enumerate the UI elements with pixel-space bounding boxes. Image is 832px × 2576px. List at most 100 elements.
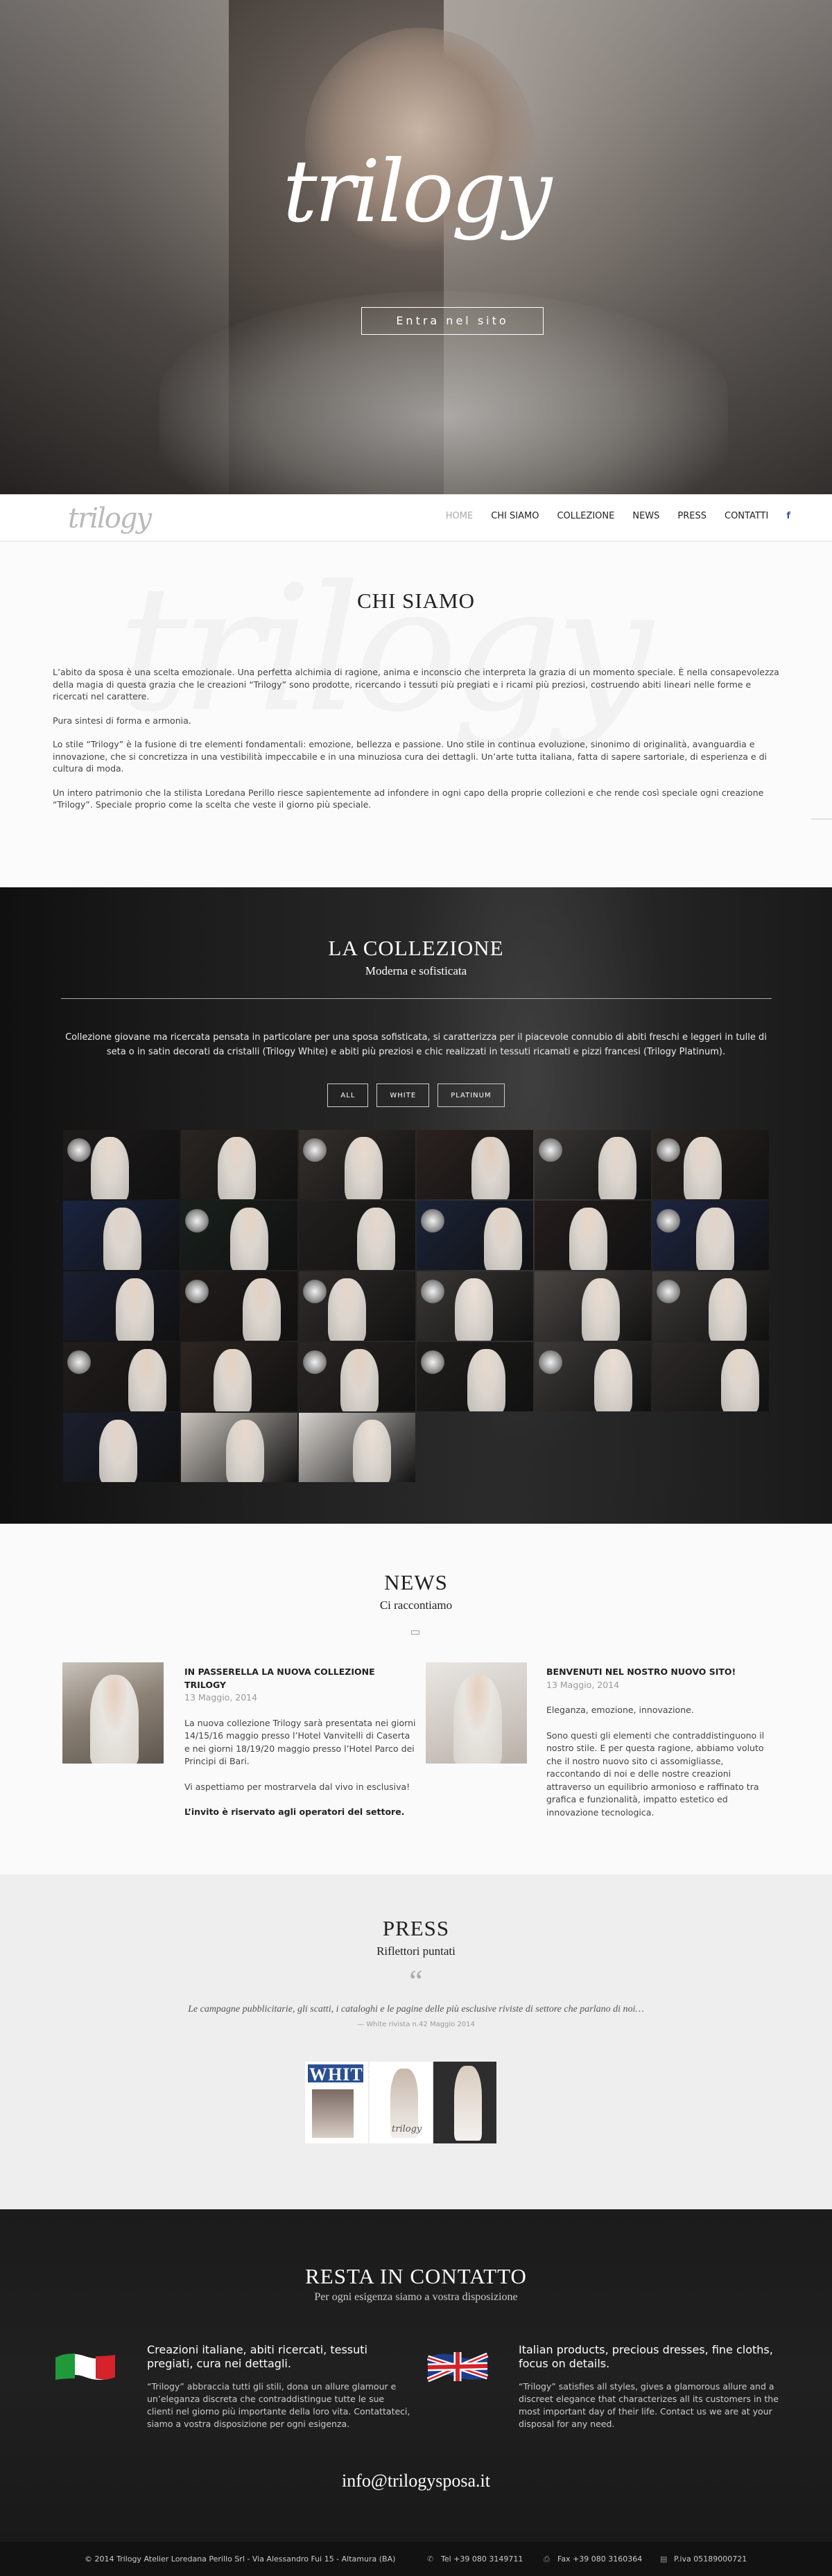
gallery-thumbnail[interactable]: [299, 1271, 415, 1341]
gallery-thumbnail[interactable]: [181, 1342, 297, 1411]
gallery-thumbnail[interactable]: [652, 1201, 769, 1270]
gallery-thumbnail[interactable]: [535, 1201, 651, 1270]
navbar: trilogy HOME CHI SIAMO COLLEZIONE NEWS P…: [0, 494, 832, 541]
enter-site-button[interactable]: Entra nel sito: [361, 307, 544, 335]
divider: [61, 998, 772, 999]
gallery-thumbnail[interactable]: [299, 1342, 415, 1411]
studio-light: [185, 1280, 209, 1303]
gallery-thumbnail[interactable]: [299, 1413, 415, 1482]
studio-light: [303, 1350, 327, 1374]
gallery-thumbnail[interactable]: [417, 1201, 533, 1270]
bride-figure: [116, 1278, 154, 1341]
bride-figure: [357, 1208, 395, 1270]
gallery-thumbnail[interactable]: [63, 1413, 180, 1482]
studio-light: [421, 1350, 444, 1374]
contact-heading: Italian products, precious dresses, fine…: [519, 2343, 773, 2370]
paragraph: La nuova collezione Trilogy sarà present…: [184, 1717, 416, 1767]
gallery-thumbnail[interactable]: [417, 1271, 533, 1341]
studio-light: [67, 1350, 91, 1374]
hero-logo: trilogy: [282, 142, 553, 242]
bride-figure: [696, 1208, 734, 1270]
paragraph: Sono questi gli elementi che contraddist…: [546, 1730, 765, 1818]
collezione-section: LA COLLEZIONE Moderna e sofisticata Coll…: [0, 887, 832, 1524]
bride-figure: [214, 1349, 252, 1411]
contact-body: “Trilogy” satisfies all styles, gives a …: [519, 2381, 779, 2429]
fax-icon: ⎙: [544, 2555, 550, 2564]
gallery-thumbnail[interactable]: [417, 1342, 533, 1411]
bride-figure: [353, 1420, 391, 1482]
contatto-section: RESTA IN CONTATTO Per ogni esigenza siam…: [0, 2209, 832, 2542]
news-title[interactable]: IN PASSERELLA LA NUOVA COLLEZIONE TRILOG…: [184, 1666, 416, 1691]
bride-figure: [598, 1137, 636, 1199]
gallery-thumbnail[interactable]: [181, 1201, 297, 1270]
news-thumbnail[interactable]: [62, 1662, 164, 1764]
studio-light: [303, 1138, 327, 1162]
studio-light: [303, 1280, 327, 1303]
contact-italian: Creazioni italiane, abiti ricercati, tes…: [147, 2343, 410, 2430]
italy-flag-icon: [55, 2353, 115, 2380]
page: trilogy Entra nel sito trilogy HOME CHI …: [0, 0, 832, 2576]
gallery-thumbnail[interactable]: [652, 1271, 769, 1341]
gallery-thumbnail[interactable]: [417, 1130, 533, 1199]
bride-figure: [226, 1420, 264, 1482]
gallery-thumbnail[interactable]: [299, 1130, 415, 1199]
news-title[interactable]: BENVENUTI NEL NOSTRO NUOVO SITO!: [546, 1666, 778, 1679]
gallery-thumbnail[interactable]: [535, 1130, 651, 1199]
footer: © 2014 Trilogy Atelier Loredana Perillo …: [0, 2542, 832, 2576]
section-title-press: PRESS: [382, 1916, 450, 1940]
gallery-thumbnail[interactable]: [63, 1130, 180, 1199]
gallery-thumbnail[interactable]: [652, 1130, 769, 1199]
bride-figure: [328, 1278, 366, 1341]
studio-light: [421, 1209, 444, 1233]
nav-item-home[interactable]: HOME: [446, 511, 473, 521]
facebook-icon[interactable]: f: [786, 511, 790, 521]
nav-item-press[interactable]: PRESS: [677, 511, 707, 521]
bride-figure: [582, 1278, 620, 1341]
bride-figure: [91, 1137, 129, 1199]
gallery-thumbnail[interactable]: [181, 1413, 297, 1482]
section-subtitle: Moderna e sofisticata: [365, 964, 467, 977]
gallery-thumbnail[interactable]: [181, 1130, 297, 1199]
gallery-thumbnail[interactable]: [181, 1271, 297, 1341]
bride-figure: [721, 1349, 759, 1411]
filter-all-button[interactable]: ALL: [327, 1084, 369, 1107]
footer-vat: P.iva 05189000721: [674, 2555, 747, 2564]
studio-light: [185, 1209, 209, 1233]
bride-figure: [484, 1208, 522, 1270]
studio-light: [67, 1138, 91, 1162]
bride-figure: [455, 1278, 493, 1341]
gallery-thumbnail[interactable]: [63, 1201, 180, 1270]
hero-section: trilogy Entra nel sito: [0, 0, 832, 494]
gallery-thumbnail[interactable]: [535, 1271, 651, 1341]
bride-figure: [345, 1137, 383, 1199]
filter-white-button[interactable]: WHITE: [376, 1084, 430, 1107]
footer-phone: Tel +39 080 3149711: [441, 2555, 523, 2564]
filter-platinum-button[interactable]: PLATINUM: [437, 1084, 505, 1107]
nav-item-news[interactable]: NEWS: [632, 511, 659, 521]
gallery-thumbnail[interactable]: [299, 1201, 415, 1270]
paragraph: L’invito è riservato agli operatori del …: [184, 1807, 405, 1817]
section-subtitle: Riflettori puntati: [376, 1944, 456, 1958]
gallery-thumbnail[interactable]: [63, 1342, 180, 1411]
nav-item-contatti[interactable]: CONTATTI: [725, 511, 768, 521]
news-date: 13 Maggio, 2014: [184, 1692, 258, 1703]
paragraph: Un intero patrimonio che la stilista Lor…: [53, 787, 764, 810]
gallery-thumbnail[interactable]: [652, 1342, 769, 1411]
news-thumbnail[interactable]: [426, 1662, 527, 1764]
studio-light: [421, 1280, 444, 1303]
gallery-thumbnail[interactable]: [63, 1271, 180, 1341]
nav-item-chi-siamo[interactable]: CHI SIAMO: [491, 511, 539, 521]
footer-fax: Fax +39 080 3160364: [557, 2555, 643, 2564]
gallery-thumbnail[interactable]: [535, 1342, 651, 1411]
studio-light: [539, 1138, 562, 1162]
gallery-grid: [63, 1130, 770, 1482]
contact-english: Italian products, precious dresses, fine…: [519, 2343, 782, 2430]
email-link[interactable]: info@trilogysposa.it: [0, 2471, 832, 2491]
magazine-page[interactable]: [433, 2062, 497, 2143]
studio-light: [657, 1280, 680, 1303]
nav-logo[interactable]: trilogy: [68, 503, 152, 534]
nav-menu: HOME CHI SIAMO COLLEZIONE NEWS PRESS CON…: [428, 511, 790, 521]
paragraph: L’abito da sposa è una scelta emozionale…: [53, 667, 779, 702]
nav-item-collezione[interactable]: COLLEZIONE: [557, 511, 614, 521]
press-quote: Le campagne pubblicitarie, gli scatti, i…: [188, 2004, 644, 2014]
